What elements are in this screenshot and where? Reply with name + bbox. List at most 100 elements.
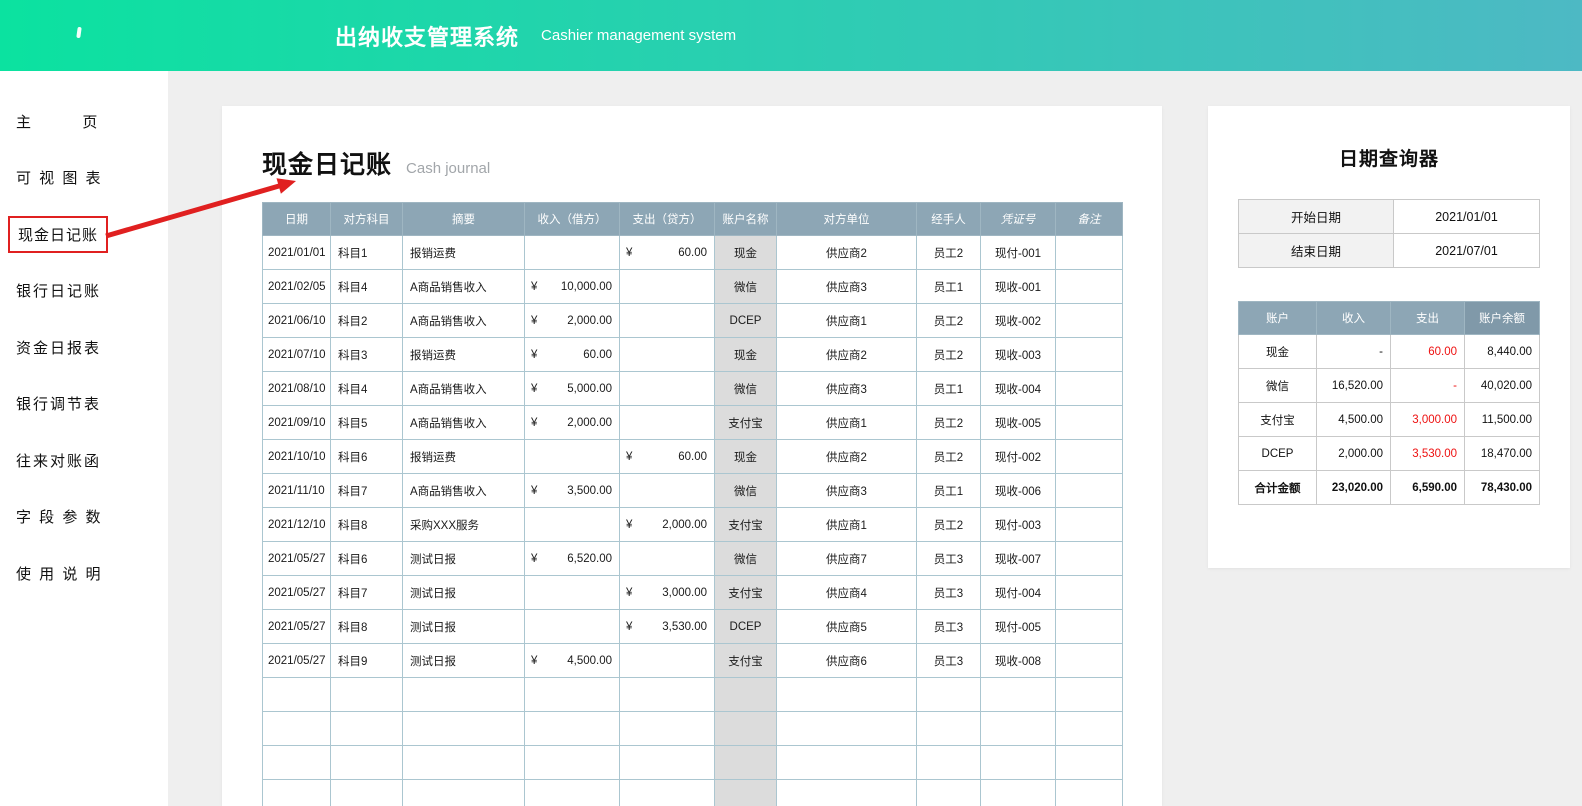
note-cell[interactable] <box>1055 779 1123 806</box>
counterparty-cell[interactable]: 供应商2 <box>776 235 917 270</box>
note-cell[interactable] <box>1055 269 1123 304</box>
account-cell[interactable]: DCEP <box>714 303 777 338</box>
income-cell[interactable] <box>524 575 620 610</box>
account-cell[interactable]: 支付宝 <box>714 507 777 542</box>
income-cell[interactable] <box>524 507 620 542</box>
handler-cell[interactable] <box>916 711 981 746</box>
expense-cell[interactable] <box>619 473 715 508</box>
date-cell[interactable] <box>262 779 331 806</box>
counterparty-cell[interactable]: 供应商4 <box>776 575 917 610</box>
account-cell[interactable]: 微信 <box>714 541 777 576</box>
summary-expense-cell[interactable]: 6,590.00 <box>1390 470 1465 505</box>
summary-cell[interactable]: 测试日报 <box>402 643 525 678</box>
subject-cell[interactable] <box>330 779 403 806</box>
income-cell[interactable] <box>524 439 620 474</box>
voucher-cell[interactable]: 现付-004 <box>980 575 1056 610</box>
summary-cell[interactable]: A商品销售收入 <box>402 303 525 338</box>
handler-cell[interactable] <box>916 745 981 780</box>
counterparty-cell[interactable]: 供应商3 <box>776 269 917 304</box>
counterparty-cell[interactable]: 供应商3 <box>776 473 917 508</box>
account-cell[interactable] <box>714 677 777 712</box>
subject-cell[interactable]: 科目7 <box>330 473 403 508</box>
note-cell[interactable] <box>1055 575 1123 610</box>
counterparty-cell[interactable]: 供应商1 <box>776 507 917 542</box>
expense-cell[interactable]: ¥3,530.00 <box>619 609 715 644</box>
voucher-cell[interactable]: 现收-007 <box>980 541 1056 576</box>
subject-cell[interactable]: 科目8 <box>330 609 403 644</box>
date-cell[interactable]: 2021/05/27 <box>262 541 331 576</box>
subject-cell[interactable]: 科目7 <box>330 575 403 610</box>
summary-expense-cell[interactable]: 3,000.00 <box>1390 402 1465 437</box>
income-cell[interactable] <box>524 779 620 806</box>
expense-cell[interactable]: ¥60.00 <box>619 439 715 474</box>
sidebar-item-statement-letter[interactable]: 往来对账函 <box>0 432 168 489</box>
handler-cell[interactable]: 员工1 <box>916 473 981 508</box>
handler-cell[interactable]: 员工1 <box>916 269 981 304</box>
voucher-cell[interactable]: 现收-001 <box>980 269 1056 304</box>
income-cell[interactable]: ¥10,000.00 <box>524 269 620 304</box>
voucher-cell[interactable]: 现付-003 <box>980 507 1056 542</box>
date-cell[interactable] <box>262 677 331 712</box>
income-cell[interactable]: ¥60.00 <box>524 337 620 372</box>
subject-cell[interactable]: 科目6 <box>330 439 403 474</box>
account-cell[interactable]: 现金 <box>714 439 777 474</box>
sidebar-item-cash-journal[interactable]: 现金日记账 <box>0 206 168 263</box>
subject-cell[interactable]: 科目1 <box>330 235 403 270</box>
handler-cell[interactable]: 员工3 <box>916 575 981 610</box>
subject-cell[interactable] <box>330 677 403 712</box>
note-cell[interactable] <box>1055 371 1123 406</box>
summary-cell[interactable] <box>402 711 525 746</box>
end-date-input[interactable]: 2021/07/01 <box>1393 233 1540 268</box>
summary-income-cell[interactable]: 23,020.00 <box>1316 470 1391 505</box>
handler-cell[interactable]: 员工3 <box>916 609 981 644</box>
expense-cell[interactable]: ¥2,000.00 <box>619 507 715 542</box>
sidebar-item-home[interactable]: 主 页 <box>0 93 168 150</box>
sidebar-item-bank-journal[interactable]: 银行日记账 <box>0 263 168 320</box>
voucher-cell[interactable]: 现收-006 <box>980 473 1056 508</box>
income-cell[interactable]: ¥2,000.00 <box>524 303 620 338</box>
summary-cell[interactable]: 测试日报 <box>402 609 525 644</box>
handler-cell[interactable]: 员工3 <box>916 643 981 678</box>
note-cell[interactable] <box>1055 541 1123 576</box>
expense-cell[interactable] <box>619 303 715 338</box>
handler-cell[interactable]: 员工2 <box>916 235 981 270</box>
date-cell[interactable]: 2021/06/10 <box>262 303 331 338</box>
handler-cell[interactable]: 员工2 <box>916 439 981 474</box>
account-cell[interactable] <box>714 779 777 806</box>
counterparty-cell[interactable]: 供应商1 <box>776 303 917 338</box>
date-cell[interactable]: 2021/01/01 <box>262 235 331 270</box>
summary-cell[interactable] <box>402 677 525 712</box>
expense-cell[interactable] <box>619 269 715 304</box>
sidebar-item-instructions[interactable]: 使 用 说 明 <box>0 545 168 602</box>
note-cell[interactable] <box>1055 405 1123 440</box>
income-cell[interactable]: ¥5,000.00 <box>524 371 620 406</box>
note-cell[interactable] <box>1055 235 1123 270</box>
date-cell[interactable]: 2021/05/27 <box>262 643 331 678</box>
subject-cell[interactable] <box>330 711 403 746</box>
account-cell[interactable]: 支付宝 <box>714 575 777 610</box>
counterparty-cell[interactable]: 供应商2 <box>776 337 917 372</box>
handler-cell[interactable]: 员工3 <box>916 541 981 576</box>
voucher-cell[interactable] <box>980 745 1056 780</box>
handler-cell[interactable] <box>916 779 981 806</box>
note-cell[interactable] <box>1055 473 1123 508</box>
subject-cell[interactable]: 科目8 <box>330 507 403 542</box>
handler-cell[interactable]: 员工2 <box>916 303 981 338</box>
note-cell[interactable] <box>1055 643 1123 678</box>
counterparty-cell[interactable]: 供应商6 <box>776 643 917 678</box>
expense-cell[interactable] <box>619 711 715 746</box>
subject-cell[interactable] <box>330 745 403 780</box>
subject-cell[interactable]: 科目5 <box>330 405 403 440</box>
summary-cell[interactable]: 测试日报 <box>402 541 525 576</box>
summary-cell[interactable]: A商品销售收入 <box>402 269 525 304</box>
date-cell[interactable] <box>262 745 331 780</box>
summary-account-cell[interactable]: DCEP <box>1238 436 1317 471</box>
expense-cell[interactable] <box>619 677 715 712</box>
income-cell[interactable]: ¥4,500.00 <box>524 643 620 678</box>
summary-expense-cell[interactable]: 60.00 <box>1390 334 1465 369</box>
summary-expense-cell[interactable]: 3,530.00 <box>1390 436 1465 471</box>
voucher-cell[interactable]: 现收-002 <box>980 303 1056 338</box>
handler-cell[interactable]: 员工2 <box>916 507 981 542</box>
summary-account-cell[interactable]: 现金 <box>1238 334 1317 369</box>
voucher-cell[interactable]: 现收-003 <box>980 337 1056 372</box>
